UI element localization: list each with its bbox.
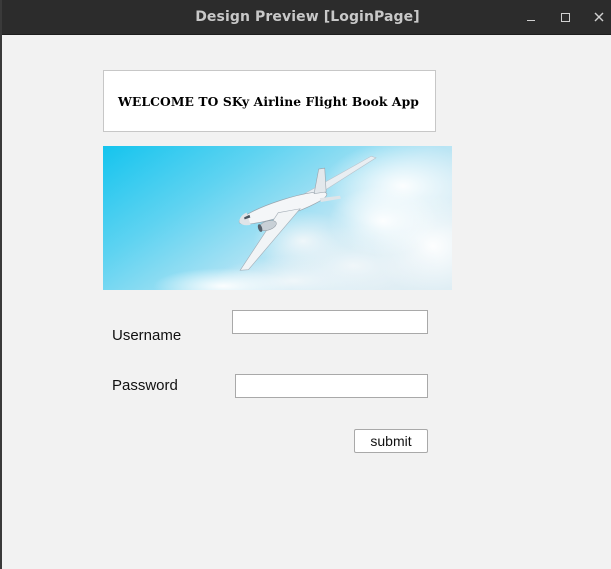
title-bar[interactable]: Design Preview [LoginPage]	[2, 0, 611, 35]
password-input[interactable]	[235, 374, 428, 398]
maximize-button[interactable]	[556, 8, 574, 26]
airplane-in-clouds-image	[103, 146, 452, 290]
username-input[interactable]	[232, 310, 428, 334]
app-window: Design Preview [LoginPage] WELCOME TO SK…	[0, 0, 611, 569]
maximize-icon	[561, 13, 570, 22]
close-icon	[594, 12, 604, 22]
minimize-button[interactable]	[522, 8, 540, 26]
login-form-panel: WELCOME TO SKy Airline Flight Book App U…	[2, 35, 611, 569]
password-label: Password	[112, 377, 178, 394]
minimize-icon	[527, 20, 535, 21]
welcome-banner: WELCOME TO SKy Airline Flight Book App	[103, 70, 436, 132]
window-title: Design Preview [LoginPage]	[195, 9, 420, 25]
airplane-banner-image	[103, 146, 452, 290]
submit-button[interactable]: submit	[354, 429, 428, 453]
username-label: Username	[112, 327, 182, 344]
close-button[interactable]	[590, 8, 608, 26]
welcome-text: WELCOME TO SKy Airline Flight Book App	[118, 94, 419, 109]
